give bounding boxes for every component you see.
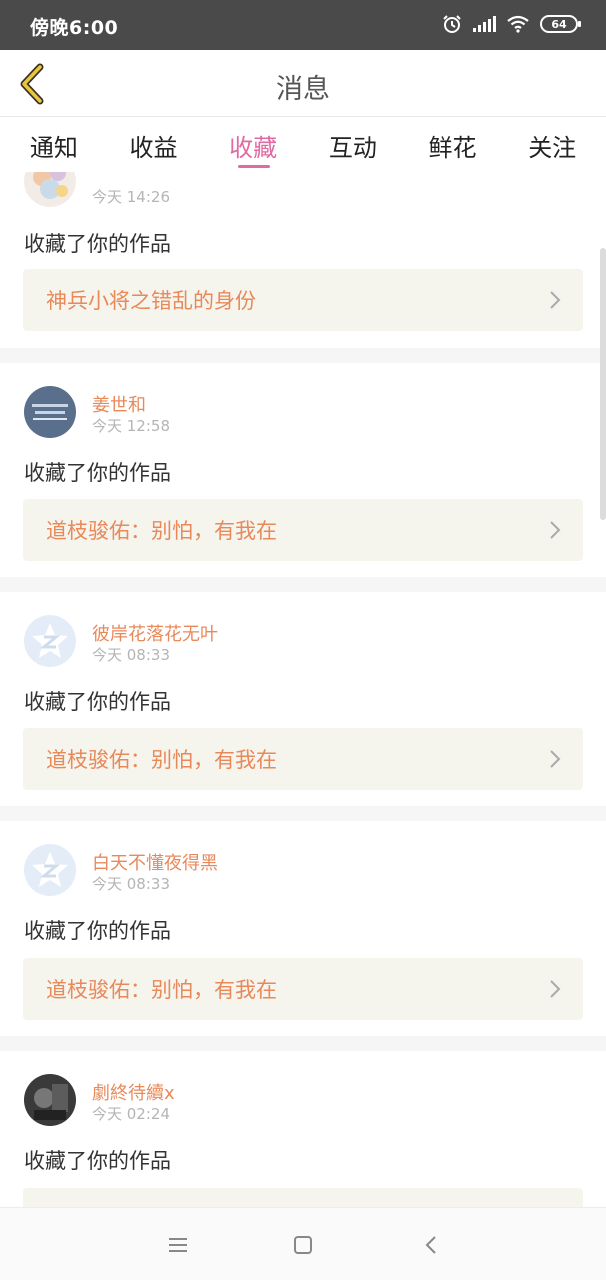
menu-button[interactable] <box>163 1230 193 1260</box>
wifi-icon <box>507 15 529 33</box>
scrollbar[interactable] <box>600 248 606 520</box>
divider <box>0 348 606 363</box>
work-link[interactable]: 道枝骏佑：别怕，有我在 <box>23 958 583 1020</box>
username[interactable]: 劇終待續x <box>92 1079 175 1105</box>
tab-earnings[interactable]: 收益 <box>104 118 204 172</box>
work-link[interactable]: 神兵小将之错乱的身份 <box>23 269 583 331</box>
avatar[interactable] <box>24 172 76 207</box>
action-text: 收藏了你的作品 <box>24 690 171 714</box>
alarm-icon <box>443 15 461 33</box>
tab-notifications[interactable]: 通知 <box>4 118 104 172</box>
status-time: 傍晚6:00 <box>30 17 119 39</box>
action-text: 收藏了你的作品 <box>24 1149 171 1173</box>
page-title: 消息 <box>276 74 330 105</box>
divider <box>0 577 606 592</box>
timestamp: 今天 08:33 <box>92 646 170 664</box>
list-item: 今天 14:26 收藏了你的作品 神兵小将之错乱的身份 <box>0 172 606 348</box>
message-list[interactable]: 今天 14:26 收藏了你的作品 神兵小将之错乱的身份 姜世和 今天 12:58… <box>0 172 606 1207</box>
chevron-right-icon <box>550 980 561 998</box>
work-link[interactable] <box>23 1188 583 1207</box>
tab-following[interactable]: 关注 <box>502 118 602 172</box>
action-text: 收藏了你的作品 <box>24 232 171 256</box>
timestamp: 今天 14:26 <box>92 188 170 206</box>
work-title: 道枝骏佑：别怕，有我在 <box>46 748 277 772</box>
tab-flowers[interactable]: 鲜花 <box>403 118 503 172</box>
list-item: 彼岸花落花无叶 今天 08:33 收藏了你的作品 道枝骏佑：别怕，有我在 <box>0 592 606 806</box>
status-bar: 傍晚6:00 64 <box>0 0 606 50</box>
back-nav-button[interactable] <box>416 1230 446 1260</box>
work-title: 神兵小将之错乱的身份 <box>46 289 256 313</box>
work-link[interactable]: 道枝骏佑：别怕，有我在 <box>23 728 583 790</box>
system-nav-bar <box>0 1207 606 1280</box>
list-item: 白天不懂夜得黑 今天 08:33 收藏了你的作品 道枝骏佑：别怕，有我在 <box>0 821 606 1036</box>
username[interactable]: 白天不懂夜得黑 <box>92 849 218 875</box>
avatar[interactable] <box>24 1074 76 1126</box>
username[interactable]: 彼岸花落花无叶 <box>92 620 218 646</box>
list-item: 姜世和 今天 12:58 收藏了你的作品 道枝骏佑：别怕，有我在 <box>0 363 606 577</box>
tab-favorites[interactable]: 收藏 <box>203 118 303 172</box>
home-square-icon <box>294 1236 312 1254</box>
username[interactable]: 姜世和 <box>92 391 146 417</box>
status-icons: 64 <box>442 14 581 34</box>
avatar[interactable] <box>24 615 76 667</box>
home-button[interactable] <box>288 1230 318 1260</box>
action-text: 收藏了你的作品 <box>24 461 171 485</box>
back-triangle-icon <box>425 1236 436 1254</box>
battery-level: 64 <box>551 17 567 31</box>
action-text: 收藏了你的作品 <box>24 919 171 943</box>
timestamp: 今天 12:58 <box>92 417 170 435</box>
chevron-right-icon <box>550 291 561 309</box>
work-title: 道枝骏佑：别怕，有我在 <box>46 519 277 543</box>
work-link[interactable]: 道枝骏佑：别怕，有我在 <box>23 499 583 561</box>
menu-icon <box>169 1238 187 1252</box>
tab-bar: 通知 收益 收藏 互动 鲜花 关注 <box>0 118 606 172</box>
signal-icon <box>473 16 496 32</box>
tab-interactions[interactable]: 互动 <box>303 118 403 172</box>
avatar[interactable] <box>24 844 76 896</box>
timestamp: 今天 02:24 <box>92 1105 170 1123</box>
chevron-right-icon <box>550 521 561 539</box>
header: 消息 <box>0 50 606 117</box>
timestamp: 今天 08:33 <box>92 875 170 893</box>
divider <box>0 806 606 821</box>
battery-icon: 64 <box>540 15 581 33</box>
chevron-right-icon <box>550 750 561 768</box>
avatar[interactable] <box>24 386 76 438</box>
divider <box>0 1036 606 1051</box>
list-item: 劇終待續x 今天 02:24 收藏了你的作品 <box>0 1051 606 1207</box>
work-title: 道枝骏佑：别怕，有我在 <box>46 978 277 1002</box>
